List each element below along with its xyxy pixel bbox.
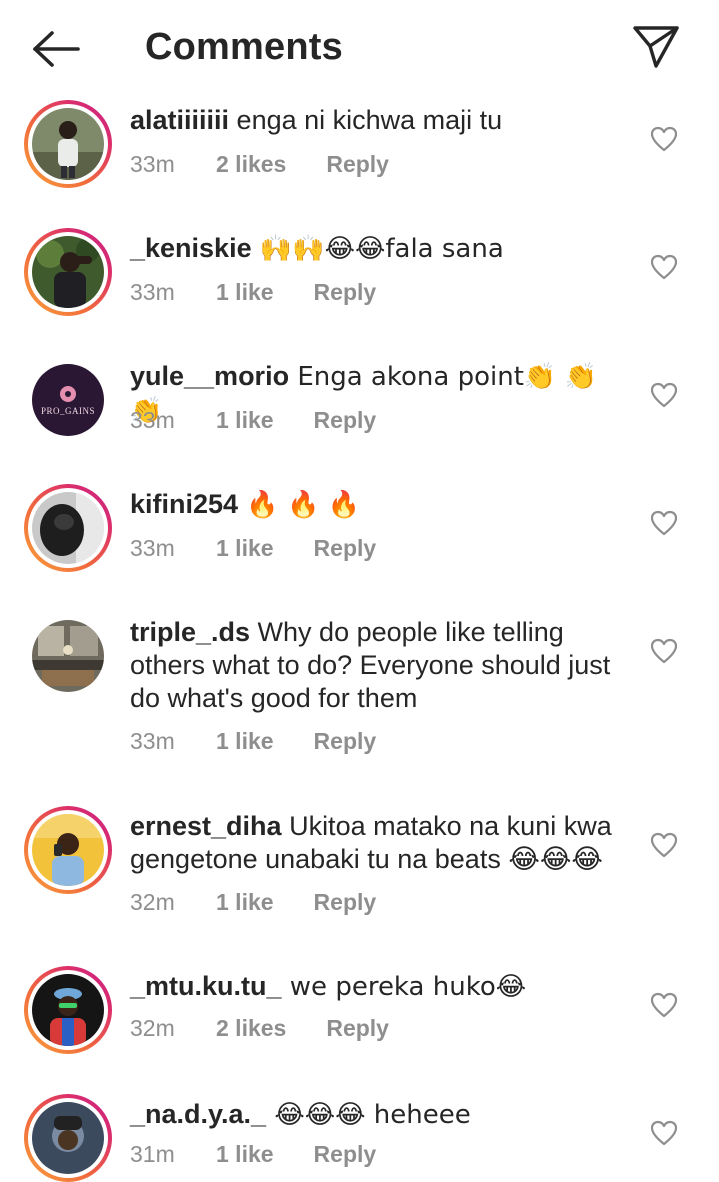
comment-likes[interactable]: 1 like [216,728,274,755]
avatar[interactable]: PRO_GAINS [24,356,112,444]
avatar[interactable] [24,100,112,188]
logo-icon [60,386,76,402]
reply-button[interactable]: Reply [314,535,377,562]
comment-meta: 33m 1 like Reply [130,407,376,434]
comment-meta: 32m 1 like Reply [130,889,376,916]
comment-likes[interactable]: 1 like [216,279,274,306]
avatar-image [32,108,104,180]
comment-meta: 33m 1 like Reply [130,535,376,562]
header-bar: Comments [0,0,719,96]
comment-username[interactable]: kifini254 [130,489,238,519]
reply-button[interactable]: Reply [314,728,377,755]
avatar-logo-text: PRO_GAINS [40,406,95,416]
comment-likes[interactable]: 1 like [216,1141,274,1168]
reply-button[interactable]: Reply [326,151,389,178]
avatar[interactable] [24,612,112,700]
comment-likes[interactable]: 1 like [216,407,274,434]
comment-text: _mtu.ku.tu_ we pereka huko😂 [130,970,630,1004]
back-button[interactable] [28,26,84,72]
comment-time: 33m [130,535,175,561]
arrow-left-icon [33,31,80,67]
comment-time: 33m [130,279,175,305]
comment-body: we pereka huko😂 [281,972,527,1002]
avatar[interactable] [24,228,112,316]
share-button[interactable] [630,22,682,72]
comment-meta: 33m 1 like Reply [130,279,376,306]
comment-body: 😂😂😂 heheee [266,1100,471,1130]
avatar[interactable] [24,966,112,1054]
reply-button[interactable]: Reply [314,279,377,306]
heart-icon[interactable] [650,1120,678,1146]
comment-text: _keniskie 🙌🙌😂😂fala sana [130,232,630,266]
avatar-image [32,620,104,692]
avatar-image [32,1102,104,1174]
comment-likes[interactable]: 1 like [216,889,274,916]
comment-time: 33m [130,407,175,433]
comment-meta: 32m 2 likes Reply [130,1015,389,1042]
comment-likes[interactable]: 2 likes [216,1015,286,1042]
comment-time: 32m [130,889,175,915]
comment-time: 33m [130,151,175,177]
comment-username[interactable]: _mtu.ku.tu_ [130,971,282,1001]
avatar-image: PRO_GAINS [32,364,104,436]
page-title: Comments [145,26,343,68]
reply-button[interactable]: Reply [314,1141,377,1168]
avatar-image [32,974,104,1046]
comment-username[interactable]: triple_.ds [130,617,250,647]
comment-likes[interactable]: 2 likes [216,151,286,178]
avatar-image [32,814,104,886]
comment-time: 31m [130,1141,175,1167]
comment-meta: 33m 2 likes Reply [130,151,389,178]
paper-plane-icon [633,26,679,68]
comment-username[interactable]: yule__morio [130,361,289,391]
comment-text: triple_.ds Why do people like telling ot… [130,616,630,715]
comment-body: 🙌🙌😂😂fala sana [251,234,504,264]
comment-time: 33m [130,728,175,754]
reply-button[interactable]: Reply [326,1015,389,1042]
heart-icon[interactable] [650,832,678,858]
comment-body: enga ni kichwa maji tu [229,105,503,135]
comment-time: 32m [130,1015,175,1041]
avatar[interactable] [24,484,112,572]
comment-body: 🔥 🔥 🔥 [238,490,360,520]
avatar[interactable] [24,1094,112,1182]
comment-username[interactable]: ernest_diha [130,811,282,841]
comment-text: alatiiiiiii enga ni kichwa maji tu [130,104,630,137]
heart-icon[interactable] [650,254,678,280]
heart-icon[interactable] [650,992,678,1018]
heart-icon[interactable] [650,510,678,536]
comment-meta: 33m 1 like Reply [130,728,376,755]
heart-icon[interactable] [650,382,678,408]
comment-meta: 31m 1 like Reply [130,1141,376,1168]
comment-username[interactable]: _na.d.y.a._ [130,1099,266,1129]
avatar[interactable] [24,806,112,894]
comment-username[interactable]: _keniskie [130,233,252,263]
avatar-image [32,492,104,564]
heart-icon[interactable] [650,638,678,664]
comment-text: ernest_diha Ukitoa matako na kuni kwa ge… [130,810,630,876]
comment-text: kifini254 🔥 🔥 🔥 [130,488,630,522]
comment-likes[interactable]: 1 like [216,535,274,562]
heart-icon[interactable] [650,126,678,152]
avatar-image [32,236,104,308]
comment-text: _na.d.y.a._ 😂😂😂 heheee [130,1098,630,1132]
reply-button[interactable]: Reply [314,407,377,434]
reply-button[interactable]: Reply [314,889,377,916]
comment-username[interactable]: alatiiiiiii [130,105,229,135]
